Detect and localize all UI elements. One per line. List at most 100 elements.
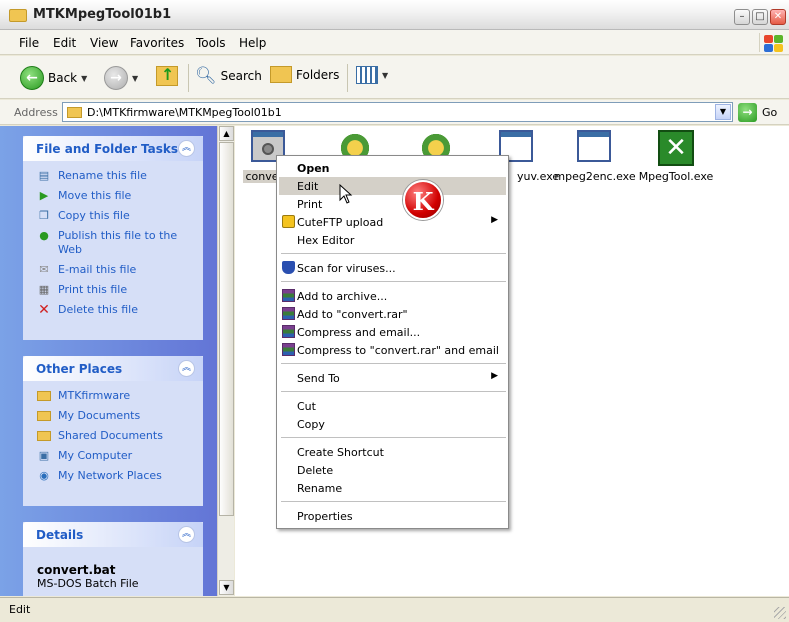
folders-label: Folders [296,67,340,82]
collapse-chevron-icon[interactable]: ︽ [178,140,195,157]
menu-item-compress-email[interactable]: Compress and email... [279,323,506,341]
context-menu: Open Edit Print CuteFTP upload ▶ Hex Edi… [276,155,509,529]
other-places-header[interactable]: Other Places ︽ [23,356,203,381]
chevron-down-icon[interactable]: ▼ [132,74,138,83]
task-delete[interactable]: ✕ Delete this file [36,303,197,317]
menu-help[interactable]: Help [239,36,266,50]
folder-icon [9,9,27,22]
file-item[interactable]: mpeg2enc.exe [553,130,637,183]
close-button[interactable]: ✕ [770,9,786,25]
cuteftp-icon [282,215,295,228]
address-dropdown-icon[interactable]: ▼ [715,104,731,120]
menu-separator [281,437,506,438]
menu-favorites[interactable]: Favorites [130,36,184,50]
menu-edit[interactable]: Edit [53,36,76,50]
file-label: MpegTool.exe [638,170,714,183]
task-email[interactable]: ✉ E-mail this file [36,263,197,277]
go-button[interactable]: Go [762,106,777,119]
scrollbar-thumb[interactable] [219,142,234,516]
menu-item-rename[interactable]: Rename [279,479,506,497]
task-publish[interactable]: ● Publish this file to the Web [36,229,197,257]
folders-icon [270,66,292,83]
place-mtkfirmware[interactable]: MTKfirmware [36,389,197,403]
toolbar: ← Back ▼ → ▼ ↑ 🔍︎ Search Folders ▼ [0,56,789,99]
menu-item-delete[interactable]: Delete [279,461,506,479]
menu-separator [281,281,506,282]
collapse-chevron-icon[interactable]: ︽ [178,360,195,377]
folders-button[interactable]: Folders [270,66,339,83]
task-copy[interactable]: ❐ Copy this file [36,209,197,223]
menu-item-scan[interactable]: Scan for viruses... [279,259,506,277]
menu-separator [281,391,506,392]
menu-item-open[interactable]: Open [279,159,506,177]
file-item[interactable]: ✕ MpegTool.exe [634,130,718,183]
details-header[interactable]: Details ︽ [23,522,203,547]
back-label: Back [48,71,78,85]
details-file-name: convert.bat [37,563,116,577]
task-label: E-mail this file [58,263,137,276]
up-folder-button[interactable]: ↑ [156,65,178,86]
email-icon: ✉ [39,263,49,276]
delete-icon: ✕ [38,302,50,318]
task-rename[interactable]: ▤ Rename this file [36,169,197,183]
place-network[interactable]: ◉ My Network Places [36,469,197,483]
menu-item-compress-rar-email[interactable]: Compress to "convert.rar" and email [279,341,506,359]
place-label: My Computer [58,449,133,462]
file-tasks-header[interactable]: File and Folder Tasks ︽ [23,136,203,161]
views-button[interactable]: ▼ [356,66,388,84]
title-bar: MTKMpegTool01b1 – □ ✕ [0,0,789,30]
network-places-icon: ◉ [39,469,49,482]
menu-item-properties[interactable]: Properties [279,507,506,525]
menu-item-add-rar[interactable]: Add to "convert.rar" [279,305,506,323]
go-arrow-icon[interactable]: → [738,103,757,122]
resize-grip-icon[interactable] [774,607,786,619]
place-label: My Documents [58,409,141,422]
menu-item-cuteftp[interactable]: CuteFTP upload ▶ [279,213,506,231]
toolbar-separator [188,64,189,92]
menu-file[interactable]: File [19,36,39,50]
k-badge-icon: K [403,180,443,220]
menu-item-copy[interactable]: Copy [279,415,506,433]
rename-icon: ▤ [38,169,50,182]
details-file-type: MS-DOS Batch File [37,577,139,590]
status-bar: Edit [0,597,789,622]
winrar-icon [282,325,295,338]
task-label: Print this file [58,283,128,296]
winrar-icon [282,289,295,302]
back-button[interactable]: ← Back ▼ [20,66,87,90]
menu-view[interactable]: View [90,36,118,50]
exe-window-icon [577,130,613,166]
window-title: MTKMpegTool01b1 [33,7,172,22]
collapse-chevron-icon[interactable]: ︽ [178,526,195,543]
search-button[interactable]: 🔍︎ Search [195,66,262,86]
task-move[interactable]: ▶ Move this file [36,189,197,203]
scroll-down-icon[interactable]: ▼ [219,580,234,595]
folder-icon [36,389,52,403]
task-pane-scrollbar[interactable]: ▲ ▼ [217,126,234,596]
menu-item-hex-editor[interactable]: Hex Editor [279,231,506,249]
menu-item-create-shortcut[interactable]: Create Shortcut [279,443,506,461]
place-shared-documents[interactable]: Shared Documents [36,429,197,443]
task-pane: File and Folder Tasks ︽ ▤ Rename this fil… [0,126,217,596]
place-my-documents[interactable]: My Documents [36,409,197,423]
address-value: D:\MTKfirmware\MTKMpegTool01b1 [87,106,282,119]
address-input[interactable]: D:\MTKfirmware\MTKMpegTool01b1 ▼ [62,102,733,122]
menu-tools[interactable]: Tools [196,36,226,50]
maximize-button[interactable]: □ [752,9,768,25]
task-print[interactable]: ▦ Print this file [36,283,197,297]
menu-item-print[interactable]: Print [279,195,506,213]
mpegtool-app-icon: ✕ [658,130,694,166]
search-label: Search [220,69,262,83]
menu-item-send-to[interactable]: Send To ▶ [279,369,506,387]
forward-arrow-icon: → [104,66,128,90]
file-tasks-panel: File and Folder Tasks ︽ ▤ Rename this fil… [23,136,203,340]
menu-item-edit[interactable]: Edit [279,177,506,195]
minimize-button[interactable]: – [734,9,750,25]
chevron-down-icon[interactable]: ▼ [81,74,87,83]
menu-item-cut[interactable]: Cut [279,397,506,415]
forward-button[interactable]: → ▼ [104,66,138,90]
chevron-down-icon[interactable]: ▼ [382,71,388,80]
address-label: Address [14,106,58,119]
place-my-computer[interactable]: ▣ My Computer [36,449,197,463]
menu-item-add-archive[interactable]: Add to archive... [279,287,506,305]
